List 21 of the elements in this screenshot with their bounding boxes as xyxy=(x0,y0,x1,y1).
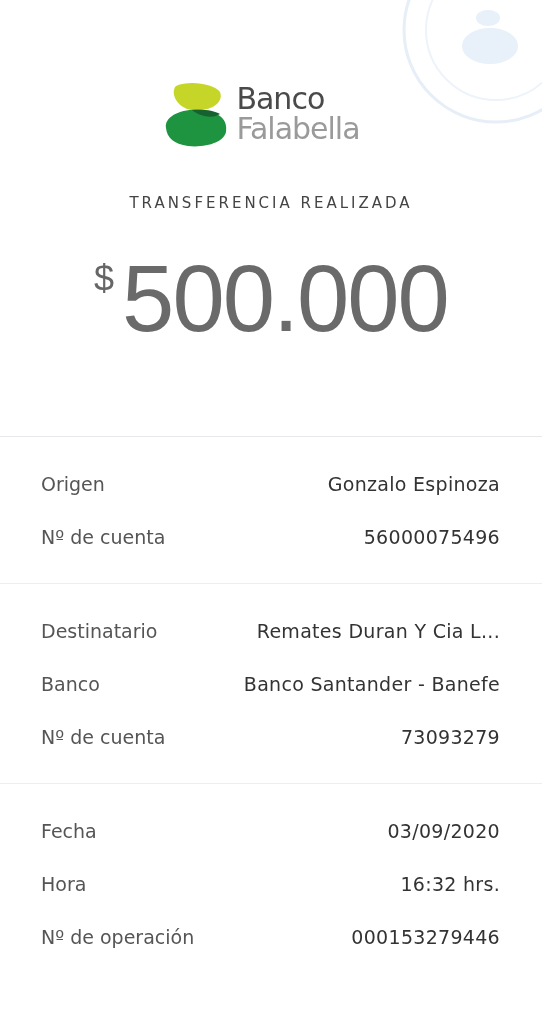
detail-label: Nº de cuenta xyxy=(41,725,166,748)
screen-title: TRANSFERENCIA REALIZADA xyxy=(128,194,414,212)
logo-text: Falabella xyxy=(236,114,360,144)
detail-value: 73093279 xyxy=(400,725,500,748)
currency-symbol: $ xyxy=(94,258,115,300)
detail-label: Origen xyxy=(41,472,105,495)
detail-label: Hora xyxy=(41,872,87,895)
detail-label: Nº de operación xyxy=(41,925,195,948)
detail-label: Banco xyxy=(41,672,100,695)
detail-label: Nº de cuenta xyxy=(41,525,166,548)
detail-value: Banco Santander - Banefe xyxy=(243,672,500,695)
detail-label: Fecha xyxy=(41,819,97,842)
detail-label: Destinatario xyxy=(41,619,158,642)
detail-value: 000153279446 xyxy=(351,925,500,948)
detail-value: 16:32 hrs. xyxy=(400,872,500,895)
logo-text: Banco xyxy=(236,84,326,114)
detail-value: Remates Duran Y Cia L... xyxy=(256,619,500,642)
detail-value: 56000075496 xyxy=(363,525,500,548)
detail-value: 03/09/2020 xyxy=(387,819,500,842)
detail-value: Gonzalo Espinoza xyxy=(327,472,500,495)
amount-value: 500.000 xyxy=(122,252,448,346)
